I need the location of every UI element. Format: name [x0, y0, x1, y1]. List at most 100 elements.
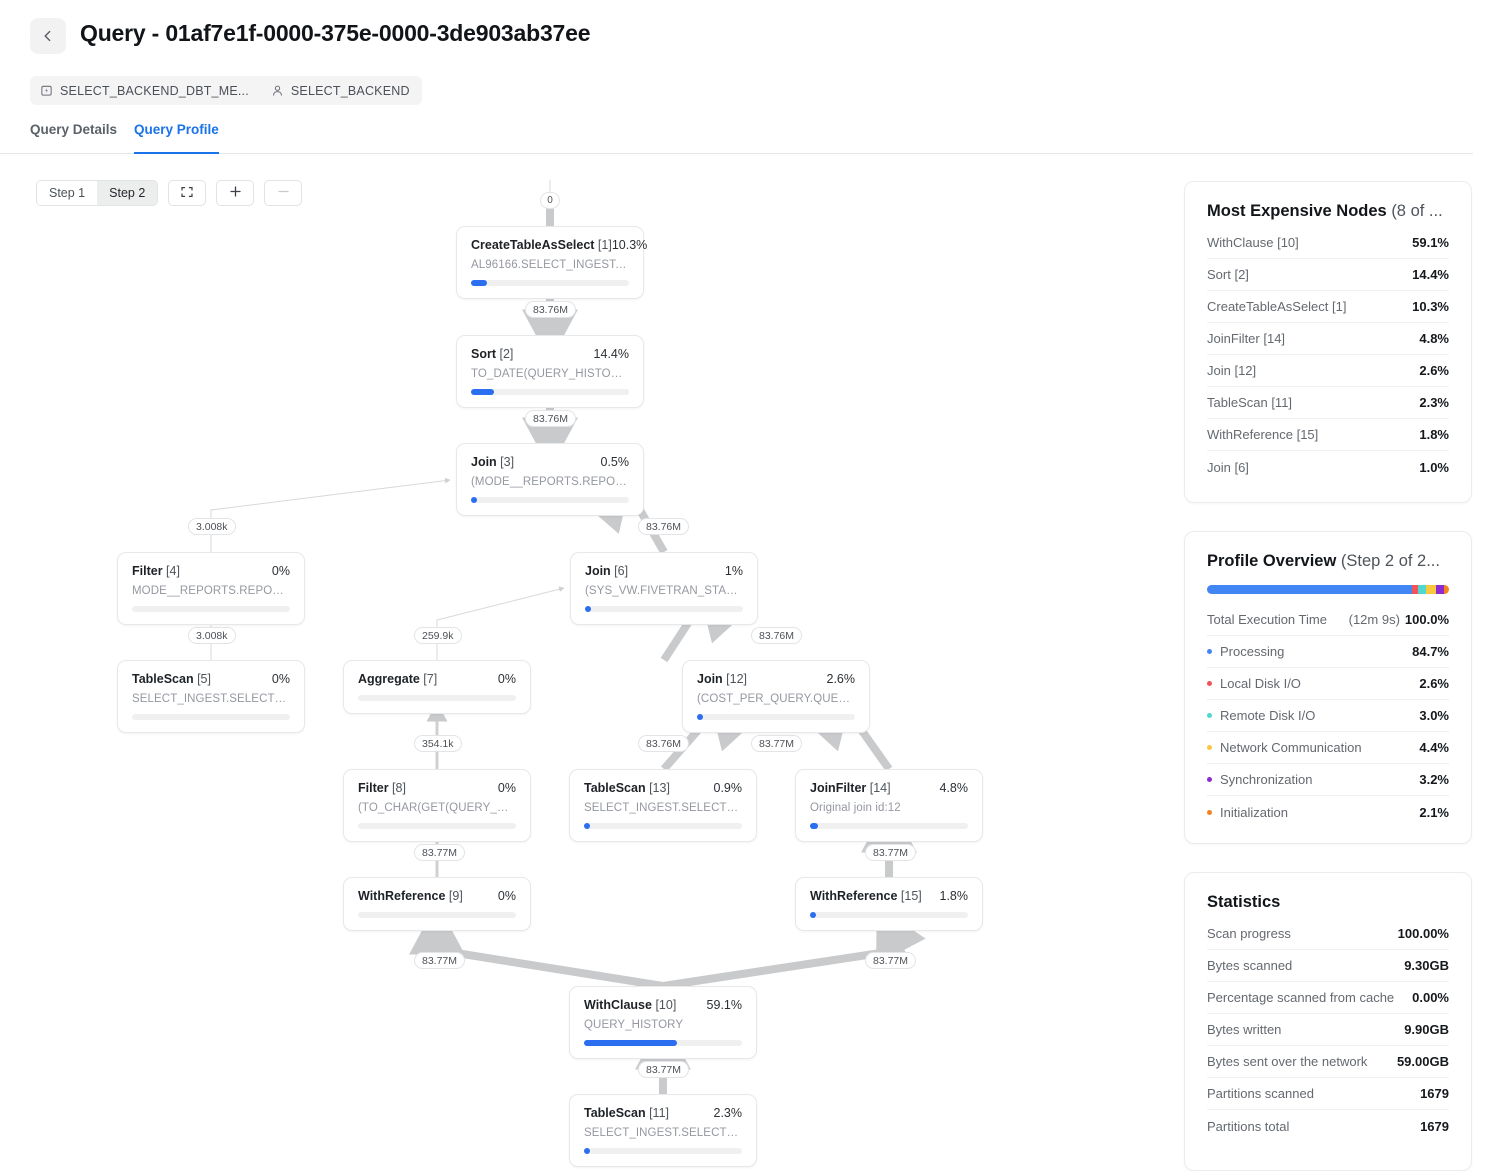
- back-button[interactable]: [30, 18, 66, 54]
- graph-node-index: [15]: [900, 889, 922, 903]
- graph-node-progress-fill: [810, 912, 817, 918]
- expensive-node-value: 4.8%: [1419, 331, 1449, 346]
- total-execution-time-duration: (12m 9s): [1348, 612, 1400, 627]
- graph-node-name: Filter [8]: [358, 781, 406, 795]
- graph-node-name: TableScan [5]: [132, 672, 211, 686]
- legend-dot-icon: [1207, 809, 1212, 815]
- graph-node-name: Join [6]: [585, 564, 629, 578]
- expensive-node-row[interactable]: WithReference [15] 1.8%: [1207, 419, 1449, 451]
- expensive-node-value: 59.1%: [1412, 235, 1449, 250]
- most-expensive-nodes-title: Most Expensive Nodes (8 of ...: [1185, 182, 1471, 221]
- graph-node-tablescan-13[interactable]: TableScan [13] 0.9% SELECT_INGEST.SELECT_I…: [569, 769, 757, 842]
- profile-overview-row-label: Initialization: [1207, 805, 1288, 820]
- legend-dot-icon: [1207, 745, 1212, 750]
- expensive-node-value: 1.8%: [1419, 427, 1449, 442]
- graph-node-percent: 2.3%: [713, 1106, 743, 1120]
- profile-overview-row: Network Communication 4.4%: [1207, 732, 1449, 764]
- statistics-row-label: Scan progress: [1207, 926, 1291, 941]
- statistics-row-label: Partitions total: [1207, 1118, 1290, 1134]
- graph-node-name: Join [3]: [471, 455, 515, 469]
- graph-node-withclause-10[interactable]: WithClause [10] 59.1% QUERY_HISTORY: [569, 986, 757, 1059]
- warehouse-icon: [40, 84, 53, 97]
- chip-warehouse[interactable]: SELECT_BACKEND_DBT_ME...: [40, 84, 249, 98]
- profile-overview-row: Synchronization 3.2%: [1207, 764, 1449, 796]
- total-execution-time-pct: 100.0%: [1404, 612, 1449, 627]
- graph-node-header: Join [6] 1%: [571, 553, 757, 578]
- expensive-node-row[interactable]: WithClause [10] 59.1%: [1207, 227, 1449, 259]
- graph-node-join-3[interactable]: Join [3] 0.5% (MODE__REPORTS.REPORT_TOKEN …: [456, 443, 644, 516]
- expensive-node-row[interactable]: JoinFilter [14] 4.8%: [1207, 323, 1449, 355]
- graph-node-index: [11]: [649, 1106, 669, 1120]
- profile-overview-title-main: Profile Overview: [1207, 552, 1341, 570]
- graph-node-index: [2]: [499, 347, 514, 361]
- graph-node-header: Sort [2] 14.4%: [457, 336, 643, 361]
- graph-node-name: WithReference [15]: [810, 889, 922, 903]
- graph-node-name: JoinFilter [14]: [810, 781, 891, 795]
- graph-node-description: SELECT_INGEST.SELECT_INGEST_MP6...: [132, 693, 304, 705]
- expensive-node-row[interactable]: Sort [2] 14.4%: [1207, 259, 1449, 291]
- graph-node-name: WithReference [9]: [358, 889, 463, 903]
- graph-node-sort-2[interactable]: Sort [2] 14.4% TO_DATE(QUERY_HISTORY.START…: [456, 335, 644, 408]
- graph-node-progress-track: [810, 823, 968, 829]
- graph-node-tablescan-11[interactable]: TableScan [11] 2.3% SELECT_INGEST.SELECT_I…: [569, 1094, 757, 1167]
- graph-node-description: QUERY_HISTORY: [584, 1019, 684, 1031]
- graph-node-progress-track: [132, 714, 290, 720]
- graph-node-filter-4[interactable]: Filter [4] 0% MODE__REPORTS.REPORT_TOKEN I…: [117, 552, 305, 625]
- statistics-row-value: 59.00GB: [1396, 1054, 1449, 1069]
- graph-node-aggregate-7[interactable]: Aggregate [7] 0%: [343, 660, 531, 714]
- graph-node-index: [10]: [655, 998, 677, 1012]
- graph-node-progress-fill: [471, 389, 494, 395]
- profile-overview-row-text: Network Communication: [1220, 740, 1362, 755]
- graph-node-header: Aggregate [7] 0%: [344, 661, 530, 686]
- profile-overview-row-text: Remote Disk I/O: [1220, 708, 1316, 723]
- profile-overview-panel: Profile Overview (Step 2 of 2... Total E…: [1184, 531, 1472, 844]
- edge-label: 3.008k: [188, 627, 236, 644]
- graph-node-join-6[interactable]: Join [6] 1% (SYS_VW.FIVETRAN_STAGING_TABLE…: [570, 552, 758, 625]
- profile-overview-bar-segment: [1418, 585, 1426, 594]
- tab-query-details[interactable]: Query Details: [30, 122, 117, 154]
- total-execution-time-row: Total Execution Time (12m 9s) 100.0%: [1207, 604, 1449, 636]
- expensive-node-row[interactable]: TableScan [11] 2.3%: [1207, 387, 1449, 419]
- legend-dot-icon: [1207, 649, 1212, 654]
- graph-node-filter-8[interactable]: Filter [8] 0% (TO_CHAR(GET(QUERY_HISTORY.F…: [343, 769, 531, 842]
- expensive-node-value: 10.3%: [1412, 299, 1449, 314]
- root-pill: 0: [540, 192, 560, 209]
- statistics-row-value: 100.00%: [1397, 926, 1449, 941]
- edge-label: 83.76M: [525, 301, 577, 318]
- context-chips: SELECT_BACKEND_DBT_ME... SELECT_BACKEND: [30, 76, 422, 105]
- profile-overview-row-value: 2.1%: [1419, 804, 1449, 820]
- expensive-node-row[interactable]: CreateTableAsSelect [1] 10.3%: [1207, 291, 1449, 323]
- page-title: Query - 01af7e1f-0000-375e-0000-3de903ab…: [80, 20, 591, 46]
- edge-label: 259.9k: [414, 627, 462, 644]
- expensive-node-label: Join [6]: [1207, 459, 1249, 475]
- profile-overview-row-text: Synchronization: [1220, 772, 1313, 787]
- graph-node-progress-track: [132, 606, 290, 612]
- chevron-left-icon: [42, 30, 54, 42]
- graph-node-tablescan-5[interactable]: TableScan [5] 0% SELECT_INGEST.SELECT_INGE…: [117, 660, 305, 733]
- graph-node-index: [3]: [500, 455, 515, 469]
- graph-node-createtableasselect-1[interactable]: CreateTableAsSelect [1] 10.3% AL96166.SELE…: [456, 226, 647, 299]
- graph-node-header: Filter [8] 0%: [344, 770, 530, 795]
- chip-user[interactable]: SELECT_BACKEND: [271, 84, 410, 98]
- statistics-row-value: 9.90GB: [1404, 1022, 1449, 1037]
- statistics-row-value: 9.30GB: [1404, 958, 1449, 973]
- graph-node-progress-fill: [697, 714, 704, 720]
- graph-node-withreference-15[interactable]: WithReference [15] 1.8%: [795, 877, 983, 931]
- statistics-row: Bytes scanned 9.30GB: [1207, 950, 1449, 982]
- graph-node-description: (MODE__REPORTS.REPORT_TOKEN = T...: [471, 476, 643, 488]
- expensive-node-row[interactable]: Join [12] 2.6%: [1207, 355, 1449, 387]
- graph-node-percent: 1%: [724, 564, 743, 578]
- most-expensive-nodes-title-sub: (8 of ...: [1391, 202, 1443, 220]
- graph-node-index: [8]: [392, 781, 406, 795]
- expensive-node-row[interactable]: Join [6] 1.0%: [1207, 451, 1449, 483]
- graph-node-withreference-9[interactable]: WithReference [9] 0%: [343, 877, 531, 931]
- edge-label: 83.76M: [525, 410, 577, 427]
- graph-node-joinfilter-14[interactable]: JoinFilter [14] 4.8% Original join id:12: [795, 769, 983, 842]
- profile-overview-row-value: 84.7%: [1412, 644, 1449, 659]
- query-plan-graph[interactable]: 0 83.76M 83.76M 3.008k 83.76M 3.008k 259.9k 83…: [0, 180, 1180, 1171]
- graph-node-join-12[interactable]: Join [12] 2.6% (COST_PER_QUERY.QUERY_ID = …: [682, 660, 870, 733]
- graph-node-index: [4]: [166, 564, 180, 578]
- graph-node-name: CreateTableAsSelect [1]: [471, 238, 612, 252]
- tab-query-profile[interactable]: Query Profile: [134, 122, 219, 154]
- graph-node-percent: 1.8%: [939, 889, 969, 903]
